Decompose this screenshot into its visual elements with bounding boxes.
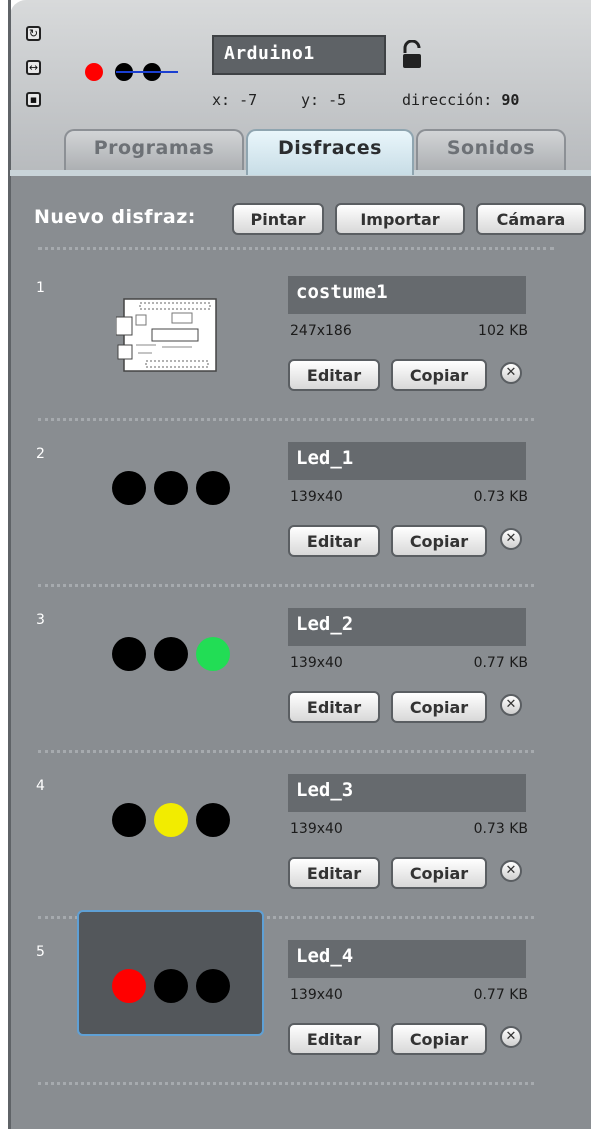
camera-button[interactable]: Cámara xyxy=(476,203,586,235)
y-value: -5 xyxy=(328,91,347,109)
led-icon xyxy=(196,969,230,1003)
edit-button[interactable]: Editar xyxy=(288,525,380,557)
costume-dimensions: 139x40 xyxy=(290,655,343,671)
no-rotate-icon[interactable]: ▪ xyxy=(26,92,41,107)
tab-sonidos[interactable]: Sonidos xyxy=(416,129,566,175)
costume-name-field[interactable]: Led_3 xyxy=(288,774,526,812)
separator xyxy=(38,750,534,753)
tab-disfraces[interactable]: Disfraces xyxy=(246,129,414,175)
costume-file-size: 0.77 KB xyxy=(473,987,528,1003)
copy-button[interactable]: Copiar xyxy=(391,1023,487,1055)
costume-file-size: 0.73 KB xyxy=(473,489,528,505)
delete-icon[interactable]: ✕ xyxy=(500,528,522,550)
edit-button[interactable]: Editar xyxy=(288,857,380,889)
separator xyxy=(38,1082,534,1085)
led-icon xyxy=(112,471,146,505)
costume-number: 4 xyxy=(36,778,45,794)
costume-number: 2 xyxy=(36,446,45,462)
paint-button[interactable]: Pintar xyxy=(232,203,324,235)
led-icon xyxy=(112,637,146,671)
y-coordinate: y: -5 xyxy=(301,91,346,109)
costume-number: 1 xyxy=(36,280,45,296)
direction-label: dirección: xyxy=(402,91,493,109)
y-label: y: xyxy=(301,91,320,109)
led-icon xyxy=(196,471,230,505)
separator xyxy=(38,584,534,587)
edit-button[interactable]: Editar xyxy=(288,1023,380,1055)
new-costume-label: Nuevo disfraz: xyxy=(34,206,196,228)
direction-value: 90 xyxy=(501,91,520,109)
costume-file-size: 102 KB xyxy=(478,323,528,339)
edit-button[interactable]: Editar xyxy=(288,359,380,391)
led-icon xyxy=(154,969,188,1003)
edit-button[interactable]: Editar xyxy=(288,691,380,723)
x-label: x: xyxy=(212,91,231,109)
separator xyxy=(38,247,554,250)
costume-name-field[interactable]: Led_2 xyxy=(288,608,526,646)
costumes-editor: ↻ ↔ ▪ Arduino1 x: -7 y: -5 dirección: 90… xyxy=(0,0,591,1129)
costume-file-size: 0.77 KB xyxy=(473,655,528,671)
costume-file-size: 0.73 KB xyxy=(473,821,528,837)
copy-button[interactable]: Copiar xyxy=(391,691,487,723)
costume-number: 3 xyxy=(36,612,45,628)
lock-icon[interactable] xyxy=(400,40,424,70)
led-icon xyxy=(196,803,230,837)
copy-button[interactable]: Copiar xyxy=(391,359,487,391)
tab-programas[interactable]: Programas xyxy=(64,129,244,175)
import-button[interactable]: Importar xyxy=(335,203,465,235)
costume-name-field[interactable]: Led_1 xyxy=(288,442,526,480)
arduino-board-icon xyxy=(116,298,217,372)
delete-icon[interactable]: ✕ xyxy=(500,860,522,882)
led-icon xyxy=(154,803,188,837)
led-icon xyxy=(112,969,146,1003)
copy-button[interactable]: Copiar xyxy=(391,525,487,557)
delete-icon[interactable]: ✕ xyxy=(500,1026,522,1048)
costume-number: 5 xyxy=(36,944,45,960)
separator xyxy=(38,418,534,421)
costume-dimensions: 139x40 xyxy=(290,821,343,837)
costume-dimensions: 139x40 xyxy=(290,489,343,505)
flip-icon[interactable]: ↔ xyxy=(26,60,41,75)
sprite-thumbnail xyxy=(85,63,178,81)
led-icon xyxy=(196,637,230,671)
led-icon xyxy=(112,803,146,837)
costume-dimensions: 247x186 xyxy=(290,323,352,339)
costume-name-field[interactable]: Led_4 xyxy=(288,940,526,978)
costume-name-field[interactable]: costume1 xyxy=(288,276,526,314)
costume-dimensions: 139x40 xyxy=(290,987,343,1003)
sprite-name-field[interactable]: Arduino1 xyxy=(212,35,386,75)
x-coordinate: x: -7 xyxy=(212,91,257,109)
x-value: -7 xyxy=(239,91,258,109)
copy-button[interactable]: Copiar xyxy=(391,857,487,889)
delete-icon[interactable]: ✕ xyxy=(500,362,522,384)
led-icon xyxy=(154,637,188,671)
led-icon xyxy=(154,471,188,505)
delete-icon[interactable]: ✕ xyxy=(500,694,522,716)
rotate-icon[interactable]: ↻ xyxy=(26,26,41,41)
direction: dirección: 90 xyxy=(402,91,519,109)
